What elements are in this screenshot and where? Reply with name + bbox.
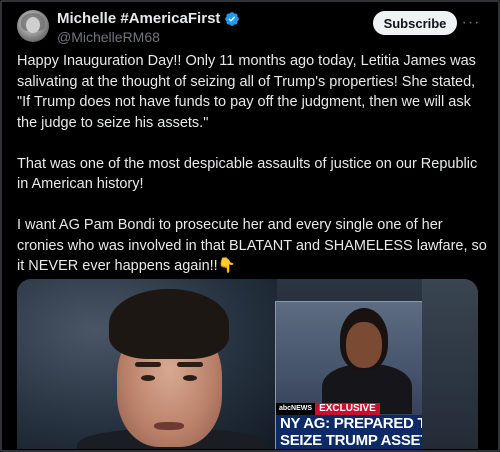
more-options-icon[interactable]: ··· (461, 13, 481, 33)
anchor-hair (109, 289, 229, 359)
news-chyron: NY AG: PREPARED TO SEIZE TRUMP ASSETS (276, 415, 423, 449)
author-handle[interactable]: @MichelleRM68 (57, 29, 160, 45)
post-text: Happy Inauguration Day!! Only 11 months … (17, 53, 487, 274)
network-logo: abcNEWS (276, 403, 316, 415)
anchor-brow (177, 362, 203, 367)
post-media-image[interactable]: abcNEWS EXCLUSIVE NY AG: PREPARED TO SEI… (17, 279, 478, 449)
exclusive-bar: abcNEWS EXCLUSIVE (276, 403, 423, 415)
verified-badge-icon (224, 11, 240, 27)
exclusive-label: EXCLUSIVE (315, 403, 380, 415)
anchor-brow (135, 362, 161, 367)
studio-background-right (422, 279, 478, 449)
author-display-name[interactable]: Michelle #AmericaFirst (57, 10, 220, 27)
inset-video-frame: abcNEWS EXCLUSIVE NY AG: PREPARED TO SEI… (275, 301, 424, 449)
anchor-eye (183, 375, 197, 381)
chyron-line-2: SEIZE TRUMP ASSETS (280, 432, 424, 449)
subscribe-button[interactable]: Subscribe (373, 11, 457, 35)
anchor-mouth (154, 422, 184, 430)
anchor-eye (141, 375, 155, 381)
inset-person-face (346, 322, 382, 368)
avatar[interactable] (17, 10, 49, 42)
chyron-line-1: NY AG: PREPARED TO (280, 415, 424, 432)
author-name-row[interactable]: Michelle #AmericaFirst (57, 10, 240, 27)
avatar-face (26, 17, 40, 33)
